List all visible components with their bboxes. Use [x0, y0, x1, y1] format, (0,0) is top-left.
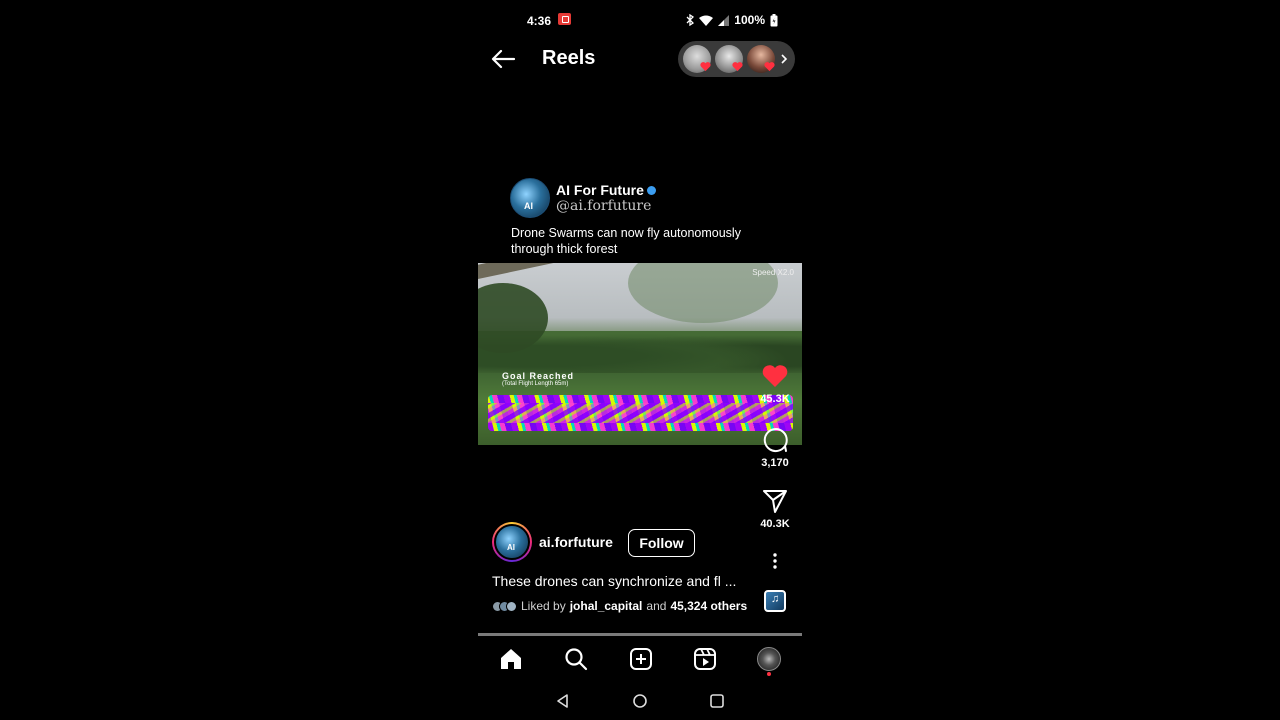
video-swarm-trail — [488, 403, 793, 423]
notification-dot — [767, 672, 771, 676]
home-icon[interactable] — [499, 647, 523, 671]
status-time: 4:36 — [527, 14, 552, 28]
verified-badge-icon — [646, 185, 656, 195]
card-caption: Drone Swarms can now fly autonomously th… — [511, 226, 741, 256]
heart-icon — [764, 62, 775, 72]
like-action[interactable]: 45.3K — [745, 363, 802, 405]
avatar-text: AI — [524, 201, 533, 211]
card-handle: @ai.forfuture — [556, 198, 652, 214]
battery-icon — [770, 13, 778, 26]
screen-record-icon — [558, 13, 571, 25]
android-back-icon[interactable] — [554, 692, 572, 710]
more-icon[interactable] — [772, 552, 778, 570]
liked-by-others[interactable]: 45,324 others — [670, 599, 747, 613]
bottom-nav — [478, 636, 802, 682]
card-avatar: AI — [510, 178, 550, 218]
friends-activity-pill[interactable] — [678, 41, 795, 77]
author-avatar[interactable]: AI — [492, 522, 532, 562]
android-home-icon[interactable] — [631, 692, 649, 710]
chevron-right-icon — [781, 54, 788, 64]
audio-track-thumbnail[interactable]: ♫ — [764, 590, 786, 612]
card-name-text: AI For Future — [556, 182, 644, 198]
signal-icon — [718, 14, 730, 26]
comment-count: 3,170 — [761, 457, 789, 469]
profile-avatar-icon[interactable] — [757, 647, 781, 671]
video-speed-label: Speed X2.0 — [752, 268, 794, 277]
heart-icon — [700, 62, 711, 72]
share-icon[interactable] — [762, 488, 788, 514]
battery-percent: 100% — [734, 13, 765, 27]
heart-icon — [732, 62, 743, 72]
card-display-name: AI For Future — [556, 182, 656, 198]
phone-screen: 4:36 100% Reels AI AI For Future @ai.for… — [478, 0, 802, 720]
comment-icon[interactable] — [761, 425, 789, 453]
create-icon[interactable] — [629, 647, 653, 671]
heart-icon[interactable] — [761, 363, 789, 389]
search-icon[interactable] — [564, 647, 588, 671]
system-navigation-bar — [478, 682, 802, 720]
author-username[interactable]: ai.forfuture — [539, 534, 613, 550]
share-count: 40.3K — [760, 518, 790, 530]
comment-action[interactable]: 3,170 — [745, 425, 802, 469]
video-goal-label: Goal Reached — [502, 371, 575, 381]
back-arrow-icon[interactable] — [490, 48, 516, 70]
liked-by-line[interactable]: Liked by johal_capital and 45,324 others — [492, 599, 747, 613]
liked-by-prefix: Liked by — [521, 599, 566, 613]
follow-button[interactable]: Follow — [628, 529, 695, 557]
reels-icon[interactable] — [693, 647, 717, 671]
wifi-icon — [699, 15, 714, 26]
more-action[interactable] — [745, 552, 802, 570]
music-note-icon: ♫ — [771, 593, 780, 605]
liker-avatars — [492, 600, 517, 612]
avatar-text: AI — [507, 543, 515, 552]
like-count: 45.3K — [760, 393, 790, 405]
liked-by-user[interactable]: johal_capital — [570, 599, 643, 613]
android-recents-icon[interactable] — [708, 692, 726, 710]
status-bar: 4:36 100% — [478, 0, 802, 40]
bluetooth-icon — [686, 14, 695, 26]
reels-header: Reels — [478, 40, 802, 80]
page-title: Reels — [542, 47, 596, 69]
liked-by-and: and — [646, 599, 667, 613]
reel-description[interactable]: These drones can synchronize and fl ... — [492, 573, 757, 589]
reel-video[interactable]: Speed X2.0 Goal Reached (Total Flight Le… — [478, 263, 802, 445]
share-action[interactable]: 40.3K — [745, 488, 802, 530]
status-icons: 100% — [686, 13, 778, 27]
video-goal-sublabel: (Total Flight Length 65m) — [502, 381, 569, 387]
